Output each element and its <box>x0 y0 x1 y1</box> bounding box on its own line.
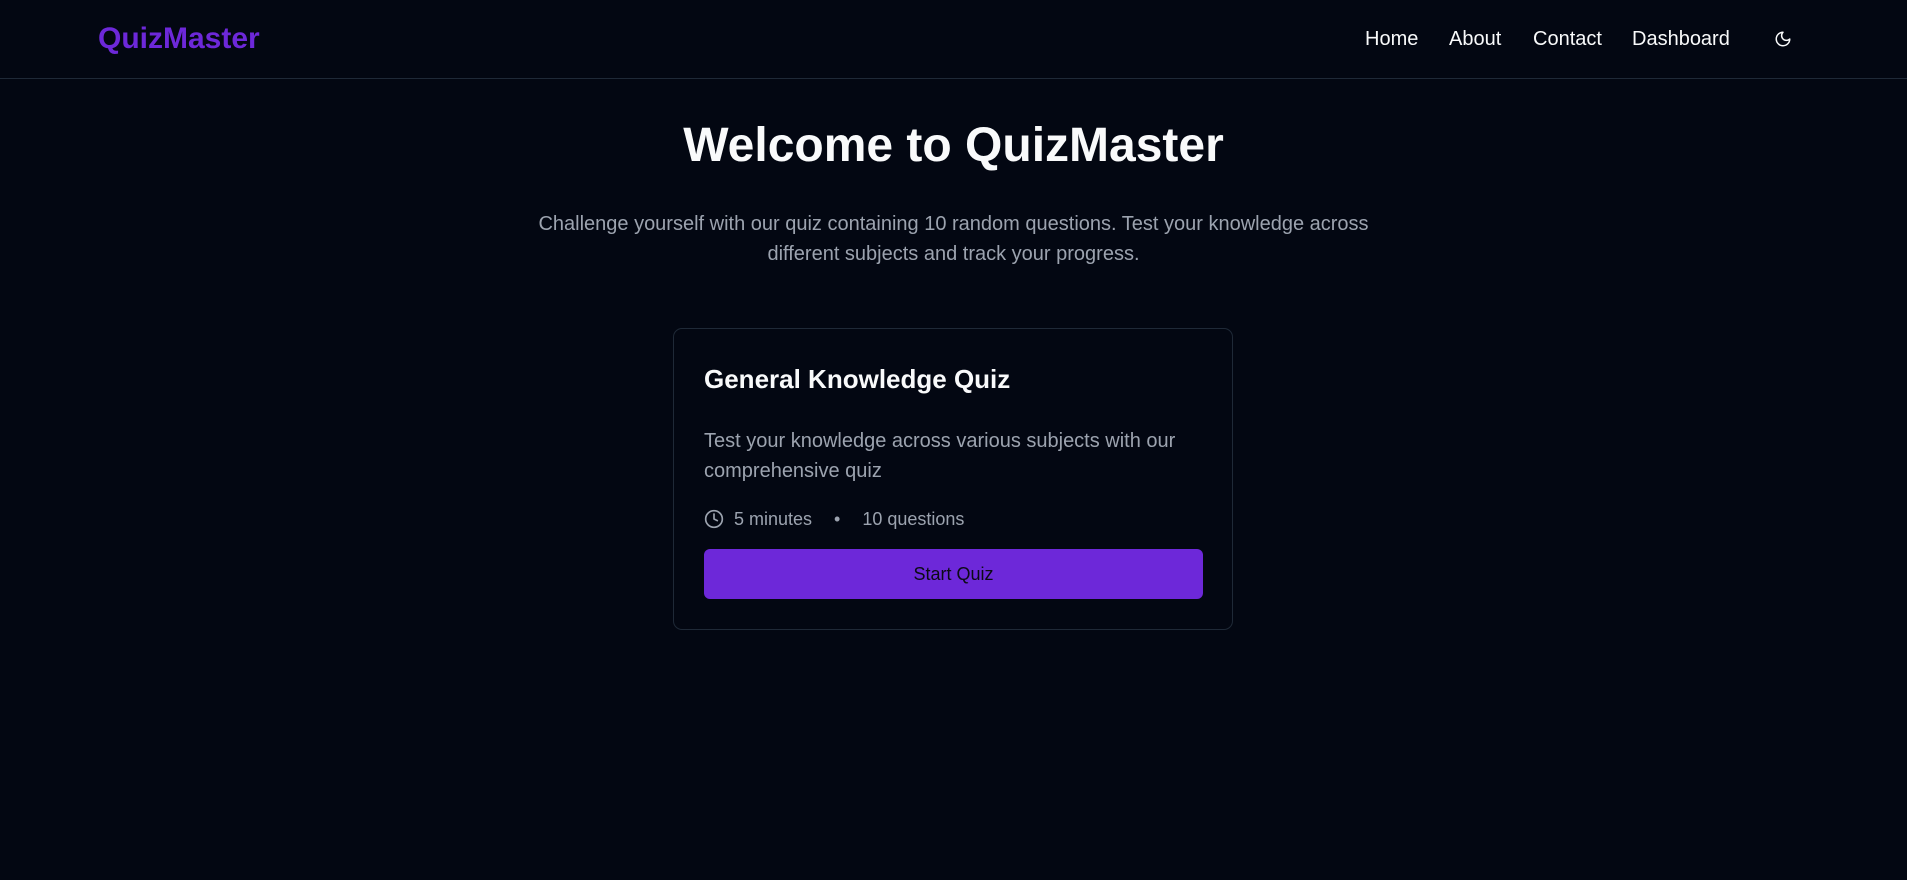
nav-dashboard-link[interactable]: Dashboard <box>1632 25 1730 53</box>
nav-home-link[interactable]: Home <box>1365 25 1418 53</box>
quiz-card-title: General Knowledge Quiz <box>704 364 1011 394</box>
nav-about-link[interactable]: About <box>1449 25 1501 53</box>
quiz-card-meta: 5 minutes • 10 questions <box>704 507 964 531</box>
brand-logo[interactable]: QuizMaster <box>98 20 260 58</box>
quiz-card-description: Test your knowledge across various subje… <box>704 430 1176 482</box>
moon-icon <box>1774 30 1792 48</box>
quiz-question-count: 10 questions <box>862 509 965 529</box>
theme-toggle-button[interactable] <box>1764 24 1802 54</box>
page: QuizMaster Home About Contact Dashboard … <box>0 0 1907 880</box>
top-navbar: QuizMaster Home About Contact Dashboard <box>0 0 1907 79</box>
clock-icon <box>704 509 724 529</box>
page-subtitle: Challenge yourself with our quiz contain… <box>538 213 1369 265</box>
nav-contact-link[interactable]: Contact <box>1533 25 1602 53</box>
start-quiz-button[interactable]: Start Quiz <box>704 549 1203 599</box>
quiz-duration: 5 minutes <box>734 509 813 529</box>
page-title: Welcome to QuizMaster <box>683 119 1224 172</box>
quiz-card: General Knowledge Quiz Test your knowled… <box>673 328 1233 630</box>
meta-separator: • <box>834 509 841 529</box>
